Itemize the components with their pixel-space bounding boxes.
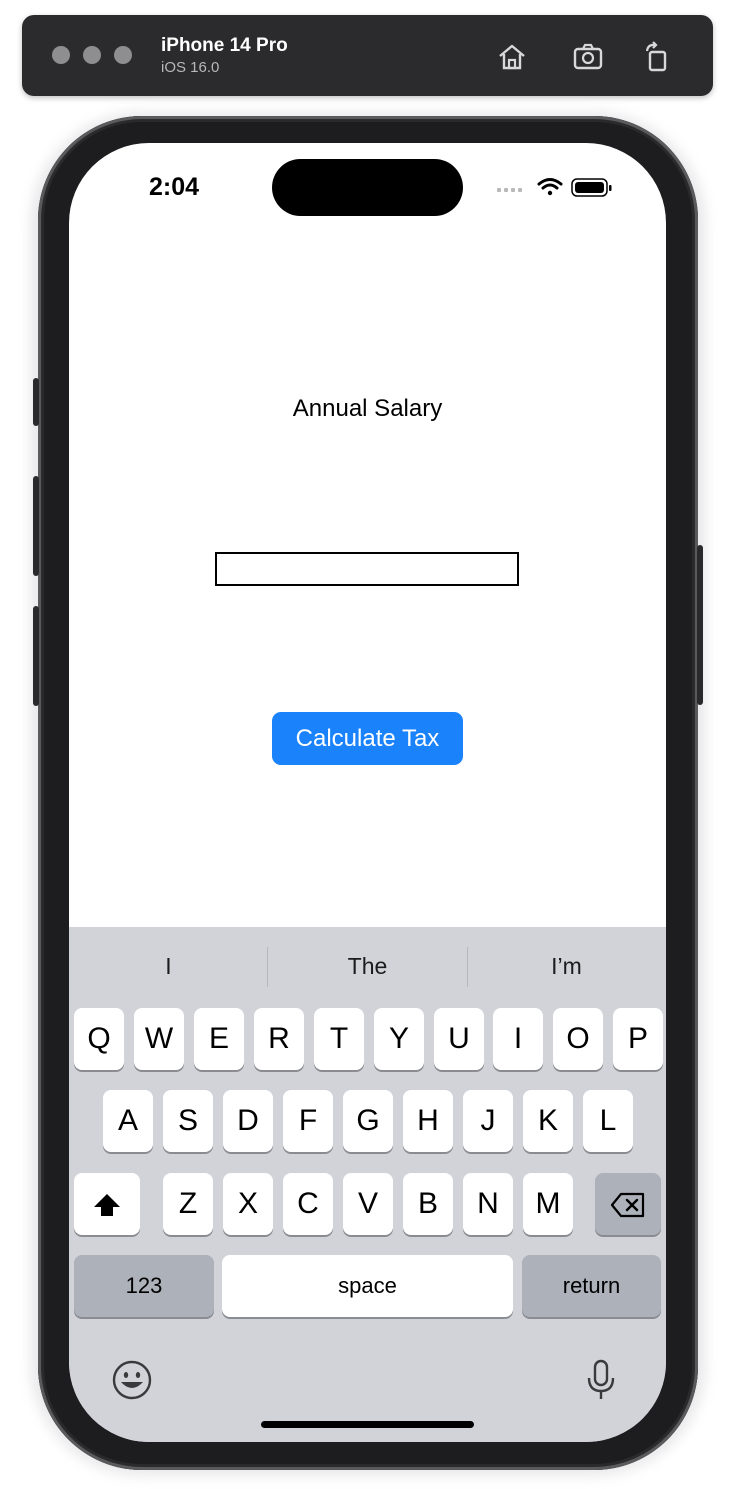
key-h[interactable]: H (403, 1090, 453, 1152)
calculate-tax-button[interactable]: Calculate Tax (272, 712, 463, 765)
key-s[interactable]: S (163, 1090, 213, 1152)
rotate-icon[interactable] (641, 41, 673, 73)
device-screen: 2:04 Annual Salary Calculate Tax I The I… (69, 143, 666, 1442)
annual-salary-label: Annual Salary (292, 395, 443, 422)
key-d[interactable]: D (223, 1090, 273, 1152)
window-close-button[interactable] (52, 46, 70, 64)
key-a[interactable]: A (103, 1090, 153, 1152)
os-version: iOS 16.0 (161, 59, 220, 76)
window-minimize-button[interactable] (83, 46, 101, 64)
key-o[interactable]: O (553, 1008, 603, 1070)
suggestion-item[interactable]: The (268, 927, 467, 1005)
key-i[interactable]: I (493, 1008, 543, 1070)
key-v[interactable]: V (343, 1173, 393, 1235)
key-n[interactable]: N (463, 1173, 513, 1235)
key-b[interactable]: B (403, 1173, 453, 1235)
shift-key[interactable] (74, 1173, 140, 1235)
screenshot-icon[interactable] (572, 41, 604, 73)
key-x[interactable]: X (223, 1173, 273, 1235)
salary-input[interactable] (215, 552, 519, 586)
microphone-icon[interactable] (579, 1358, 623, 1402)
key-e[interactable]: E (194, 1008, 244, 1070)
key-k[interactable]: K (523, 1090, 573, 1152)
return-key[interactable]: return (522, 1255, 661, 1317)
status-icons (497, 178, 612, 197)
keyboard: I The I’m Q W E R T Y U I O P A S D F G … (69, 927, 666, 1442)
home-icon[interactable] (496, 41, 528, 73)
key-p[interactable]: P (613, 1008, 663, 1070)
power-button (697, 545, 703, 705)
key-z[interactable]: Z (163, 1173, 213, 1235)
window-zoom-button[interactable] (114, 46, 132, 64)
emoji-icon[interactable] (110, 1358, 154, 1402)
key-y[interactable]: Y (374, 1008, 424, 1070)
key-r[interactable]: R (254, 1008, 304, 1070)
battery-icon (571, 178, 612, 197)
device-name: iPhone 14 Pro (161, 35, 288, 56)
simulator-toolbar: iPhone 14 Pro iOS 16.0 (22, 15, 713, 96)
backspace-key[interactable] (595, 1173, 661, 1235)
mute-switch (33, 378, 39, 426)
suggestion-item[interactable]: I (69, 927, 268, 1005)
key-m[interactable]: M (523, 1173, 573, 1235)
key-u[interactable]: U (434, 1008, 484, 1070)
home-indicator[interactable] (261, 1421, 474, 1428)
key-t[interactable]: T (314, 1008, 364, 1070)
wifi-icon (537, 178, 563, 196)
dynamic-island (272, 159, 463, 216)
key-c[interactable]: C (283, 1173, 333, 1235)
key-f[interactable]: F (283, 1090, 333, 1152)
suggestion-item[interactable]: I’m (467, 927, 666, 1005)
status-time: 2:04 (149, 173, 200, 201)
key-j[interactable]: J (463, 1090, 513, 1152)
key-g[interactable]: G (343, 1090, 393, 1152)
volume-down-button (33, 606, 39, 706)
numbers-key[interactable]: 123 (74, 1255, 214, 1317)
key-w[interactable]: W (134, 1008, 184, 1070)
shift-icon (94, 1194, 120, 1217)
key-l[interactable]: L (583, 1090, 633, 1152)
space-key[interactable]: space (222, 1255, 513, 1317)
key-q[interactable]: Q (74, 1008, 124, 1070)
backspace-icon (610, 1192, 645, 1218)
cellular-icon (497, 188, 522, 192)
predictive-bar: I The I’m (69, 927, 666, 1005)
volume-up-button (33, 476, 39, 576)
